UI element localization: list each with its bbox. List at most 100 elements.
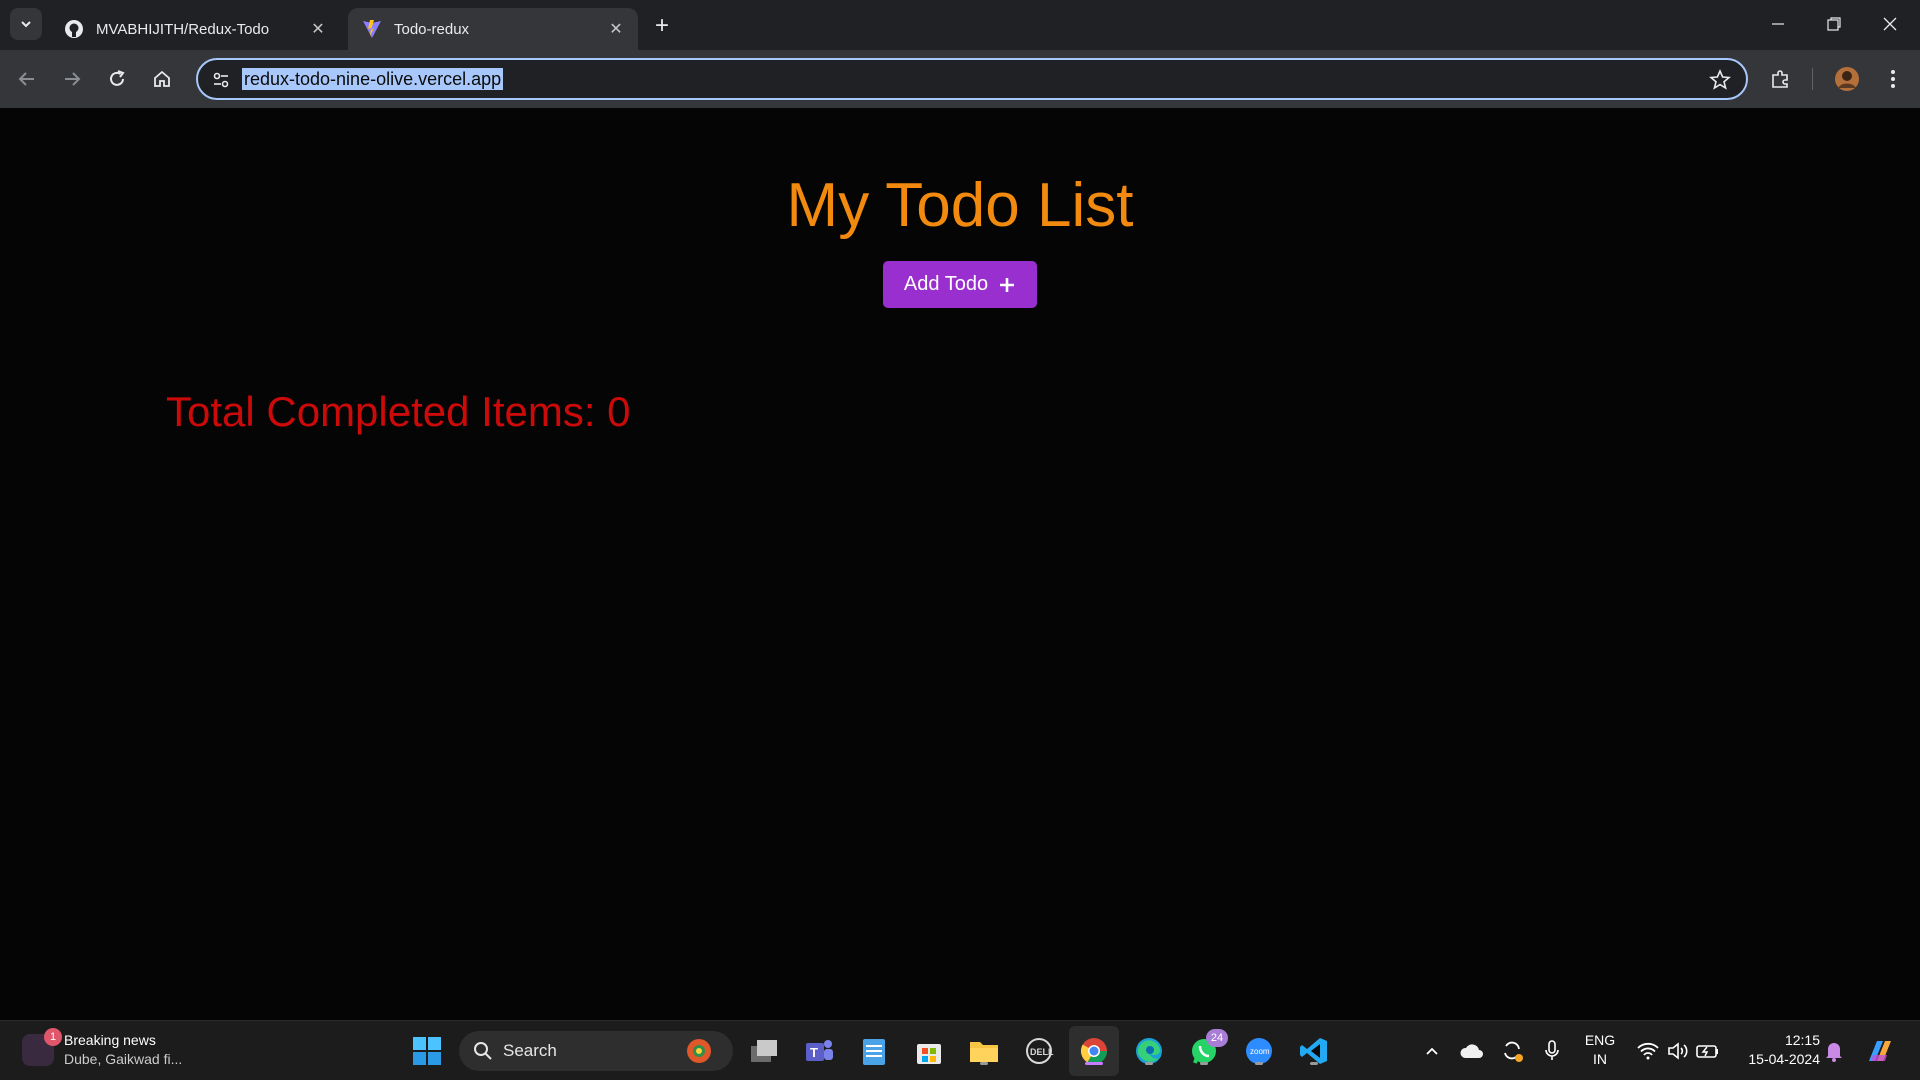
cloud-icon [1460, 1044, 1483, 1058]
windows-taskbar: 1 Breaking news Dube, Gaikwad fi... Sear… [0, 1020, 1920, 1080]
address-bar[interactable]: redux-todo-nine-olive.vercel.app [196, 58, 1748, 100]
browser-title-bar: MVABHIJITH/Redux-Todo ✕ Todo-redux ✕ + [0, 0, 1920, 50]
battery-charging-icon [1696, 1045, 1718, 1058]
tray-overflow-button[interactable] [1414, 1033, 1450, 1069]
sync-button[interactable] [1494, 1033, 1530, 1069]
dell-logo-icon: DELL [1026, 1038, 1054, 1064]
news-widget[interactable]: 1 Breaking news Dube, Gaikwad fi... [22, 1028, 183, 1069]
profile-avatar[interactable] [1830, 62, 1864, 96]
notepad-button[interactable] [856, 1033, 892, 1069]
clock-time: 12:15 [1784, 1032, 1820, 1048]
running-indicator [980, 1062, 988, 1065]
teams-button[interactable]: T [801, 1033, 837, 1069]
url-text[interactable]: redux-todo-nine-olive.vercel.app [242, 68, 504, 90]
bookmark-star-icon[interactable] [1708, 68, 1732, 92]
vite-icon [363, 20, 381, 38]
svg-text:DELL: DELL [1030, 1047, 1054, 1057]
running-indicator [1085, 1062, 1103, 1065]
arrow-left-icon [18, 72, 34, 86]
add-todo-label: Add Todo [903, 273, 989, 295]
reload-button[interactable] [100, 62, 134, 96]
puzzle-piece-icon [1772, 70, 1788, 88]
toolbar-divider [1812, 68, 1813, 90]
wifi-icon [1637, 1042, 1659, 1060]
close-icon [1883, 17, 1897, 31]
menu-button[interactable] [1876, 62, 1910, 96]
chevron-up-icon [1426, 1047, 1438, 1055]
tab-github[interactable]: MVABHIJITH/Redux-Todo ✕ [50, 8, 340, 50]
svg-text:zoom: zoom [1250, 1047, 1270, 1056]
news-badge: 1 [44, 1028, 62, 1046]
tab-title: MVABHIJITH/Redux-Todo [96, 20, 270, 38]
tab-close-icon[interactable]: ✕ [606, 19, 626, 39]
tab-todo-redux[interactable]: Todo-redux ✕ [348, 8, 638, 50]
restore-button[interactable] [1806, 0, 1862, 48]
tab-close-icon[interactable]: ✕ [308, 19, 328, 39]
search-icon [474, 1042, 492, 1060]
task-view-button[interactable] [746, 1033, 782, 1069]
back-button[interactable] [10, 62, 44, 96]
language-primary: ENG [1584, 1032, 1616, 1048]
whatsapp-badge: 24 [1206, 1029, 1228, 1047]
task-view-icon [751, 1040, 777, 1062]
extensions-button[interactable] [1764, 62, 1798, 96]
notepad-icon [863, 1039, 885, 1065]
language-indicator[interactable]: ENG IN [1579, 1031, 1621, 1069]
clock[interactable]: 12:15 15-04-2024 [1734, 1031, 1820, 1069]
microsoft-store-icon [917, 1044, 941, 1064]
github-icon [65, 20, 83, 38]
news-subtitle: Dube, Gaikwad fi... [64, 1051, 183, 1067]
running-indicator [1145, 1062, 1153, 1065]
restore-icon [1827, 17, 1841, 31]
home-button[interactable] [145, 62, 179, 96]
zoom-button[interactable]: zoom [1241, 1033, 1277, 1069]
chrome-button[interactable] [1076, 1033, 1112, 1069]
dell-button[interactable]: DELL [1021, 1033, 1057, 1069]
page-viewport: My Todo List Add Todo Total Completed It… [0, 108, 1920, 1020]
edge-button[interactable] [1131, 1033, 1167, 1069]
folder-icon [970, 1042, 998, 1062]
search-placeholder: Search [503, 1041, 557, 1060]
microphone-icon [1545, 1040, 1559, 1060]
chevron-down-icon [21, 21, 31, 28]
search-highlight-icon [687, 1039, 711, 1063]
onedrive-button[interactable] [1454, 1033, 1490, 1069]
windows-logo-icon [413, 1037, 441, 1065]
speaker-icon [1668, 1042, 1688, 1060]
taskbar-search[interactable]: Search [459, 1031, 733, 1071]
tab-title: Todo-redux [394, 20, 470, 38]
notifications-button[interactable] [1816, 1033, 1852, 1069]
clock-date: 15-04-2024 [1748, 1051, 1820, 1067]
forward-button[interactable] [55, 62, 89, 96]
sync-icon [1504, 1041, 1523, 1062]
page-title: My Todo List [786, 171, 1134, 240]
avatar-icon [1835, 67, 1859, 91]
svg-text:T: T [810, 1045, 818, 1060]
file-explorer-button[interactable] [966, 1033, 1002, 1069]
completed-count-text: Total Completed Items: 0 [166, 388, 631, 435]
reload-icon [110, 70, 125, 86]
tab-search-button[interactable] [10, 8, 42, 40]
battery-button[interactable] [1690, 1033, 1726, 1069]
news-icon: 1 [22, 1028, 62, 1066]
browser-toolbar: redux-todo-nine-olive.vercel.app [0, 50, 1920, 108]
running-indicator [1310, 1062, 1318, 1065]
vscode-button[interactable] [1296, 1033, 1332, 1069]
plus-icon [1000, 277, 1015, 292]
whatsapp-button[interactable]: 24 [1186, 1029, 1228, 1069]
microphone-button[interactable] [1534, 1033, 1570, 1069]
minimize-icon [1772, 23, 1784, 25]
arrow-right-icon [65, 72, 81, 86]
running-indicator [1255, 1062, 1263, 1065]
start-button[interactable] [409, 1033, 445, 1069]
site-info-icon [213, 72, 229, 88]
minimize-button[interactable] [1750, 0, 1806, 48]
new-tab-button[interactable]: + [648, 12, 676, 40]
teams-icon: T [806, 1040, 833, 1061]
news-title: Breaking news [64, 1032, 156, 1048]
copilot-button[interactable] [1862, 1033, 1898, 1069]
store-button[interactable] [911, 1033, 947, 1069]
close-window-button[interactable] [1862, 0, 1918, 48]
bell-icon [1826, 1043, 1842, 1062]
add-todo-button[interactable]: Add Todo [883, 261, 1037, 308]
